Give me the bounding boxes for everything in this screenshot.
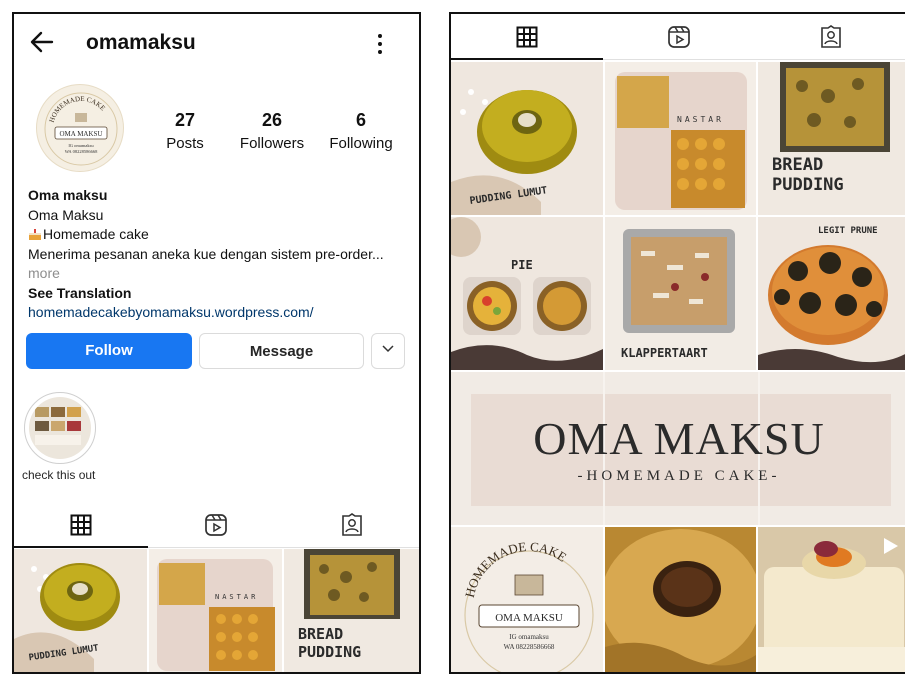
tab-tagged-2[interactable] xyxy=(755,14,905,59)
brand-title: OMA MAKSU xyxy=(533,413,825,464)
post-video[interactable] xyxy=(758,527,905,672)
stat-following-count: 6 xyxy=(355,110,366,130)
bio-more-link[interactable]: more xyxy=(28,264,413,284)
post-bread-label-1: BREAD xyxy=(772,155,823,175)
stat-followers-label: Followers xyxy=(239,135,305,152)
post-logo[interactable]: HOMEMADE CAKE OMA MAKSU IG omamaksu WA 0… xyxy=(451,527,603,672)
stat-followers[interactable]: 26 Followers xyxy=(236,110,308,152)
back-arrow-icon[interactable] xyxy=(28,28,56,56)
profile-grid-screen: PUDDING LUMUT NASTAR BREAD PUDDING PIE K… xyxy=(449,12,905,674)
post-bread-label-2: PUDDING xyxy=(298,643,361,661)
grid-icon xyxy=(516,26,538,47)
tab-active-underline-2 xyxy=(451,58,603,60)
tab-active-underline xyxy=(14,546,148,548)
bio-line2-row: Homemade cake xyxy=(28,225,413,245)
logo-badge: OMA MAKSU xyxy=(495,612,563,624)
stat-posts-label: Posts xyxy=(166,135,204,152)
website-link[interactable]: homemadecakebyomamaksu.wordpress.com/ xyxy=(28,303,413,323)
grid-icon xyxy=(70,514,92,535)
tab-reels[interactable] xyxy=(148,502,284,547)
bio-line3: Menerima pesanan aneka kue dengan sistem… xyxy=(28,245,384,262)
reels-icon xyxy=(205,513,227,536)
follow-button[interactable]: Follow xyxy=(26,333,192,369)
post-legit-label: LEGIT PRUNE xyxy=(818,226,878,236)
logo-line1: IG omamaksu xyxy=(509,633,549,641)
post-klappertaart[interactable]: KLAPPERTAART xyxy=(605,217,756,370)
tagged-icon xyxy=(341,512,362,536)
see-translation-link[interactable]: See Translation xyxy=(28,284,413,304)
highlight-label: check this out xyxy=(22,468,96,482)
post-bread-pudding[interactable]: BREAD PUDDING xyxy=(284,549,419,672)
cake-emoji-icon xyxy=(29,229,41,240)
post-pudding-lumut[interactable]: PUDDING LUMUT xyxy=(14,549,147,672)
post-nastar-label: NASTAR xyxy=(215,593,258,601)
profile-avatar[interactable]: HOMEMADE CAKE OMA MAKSU IG omamaksu WA 0… xyxy=(36,84,124,172)
bio-line2: Homemade cake xyxy=(43,226,149,242)
chevron-down-icon xyxy=(382,345,394,353)
post-pudding-lumut[interactable]: PUDDING LUMUT xyxy=(451,62,603,215)
reels-icon xyxy=(668,25,690,48)
story-highlight[interactable] xyxy=(24,392,96,464)
tab-reels-2[interactable] xyxy=(603,14,755,59)
post-nastar[interactable]: NASTAR xyxy=(605,62,756,215)
logo-line2: WA 08228586668 xyxy=(504,643,555,651)
tab-tagged[interactable] xyxy=(284,502,419,547)
more-options-icon[interactable] xyxy=(376,32,384,56)
stat-posts-count: 27 xyxy=(174,110,196,130)
post-nastar[interactable]: NASTAR xyxy=(149,549,282,672)
stat-following-label: Following xyxy=(329,135,393,152)
avatar-line1: IG omamaksu xyxy=(68,143,94,148)
post-nastar-label: NASTAR xyxy=(677,115,724,124)
post-bread-label-2: PUDDING xyxy=(772,175,844,195)
post-cake-closeup[interactable] xyxy=(605,527,756,672)
avatar-line2: WA 08228586668 xyxy=(65,149,98,154)
post-grid-2: PUDDING LUMUT NASTAR BREAD PUDDING PIE K… xyxy=(451,62,905,672)
video-play-icon xyxy=(884,538,898,554)
grid-tabs xyxy=(451,14,905,60)
stat-posts[interactable]: 27 Posts xyxy=(162,110,208,152)
tab-grid[interactable] xyxy=(14,502,148,547)
tab-grid-2[interactable] xyxy=(451,14,603,59)
brand-subtitle: -HOMEMADE CAKE- xyxy=(577,468,781,484)
stat-followers-count: 26 xyxy=(261,110,283,130)
avatar-logo: HOMEMADE CAKE OMA MAKSU IG omamaksu WA 0… xyxy=(44,92,118,166)
tagged-icon xyxy=(821,24,841,48)
message-button[interactable]: Message xyxy=(199,333,364,369)
post-brand-banner[interactable]: OMA MAKSU -HOMEMADE CAKE- xyxy=(451,372,905,525)
top-bar: omamaksu xyxy=(14,14,419,72)
avatar-badge: OMA MAKSU xyxy=(60,130,103,138)
profile-username: omamaksu xyxy=(86,31,196,54)
highlight-cover xyxy=(29,397,91,459)
profile-tabs xyxy=(14,502,419,548)
post-bread-pudding[interactable]: BREAD PUDDING xyxy=(758,62,905,215)
profile-bio: Oma maksu Oma Maksu Homemade cake Meneri… xyxy=(28,186,413,323)
post-bread-label-1: BREAD xyxy=(298,625,343,643)
profile-screen: omamaksu HOMEMADE CAKE OMA MAKSU IG omam… xyxy=(12,12,421,674)
post-pie[interactable]: PIE xyxy=(451,217,603,370)
post-grid: PUDDING LUMUT NASTAR BREAD PUDDING xyxy=(14,549,419,672)
post-pie-label: PIE xyxy=(511,258,533,272)
post-klappertaart-label: KLAPPERTAART xyxy=(621,346,708,360)
suggested-dropdown-button[interactable] xyxy=(371,333,405,369)
bio-name: Oma maksu xyxy=(28,187,108,203)
post-legit-prune[interactable]: LEGIT PRUNE xyxy=(758,217,905,370)
bio-line1: Oma Maksu xyxy=(28,206,104,223)
stat-following[interactable]: 6 Following xyxy=(326,110,396,152)
